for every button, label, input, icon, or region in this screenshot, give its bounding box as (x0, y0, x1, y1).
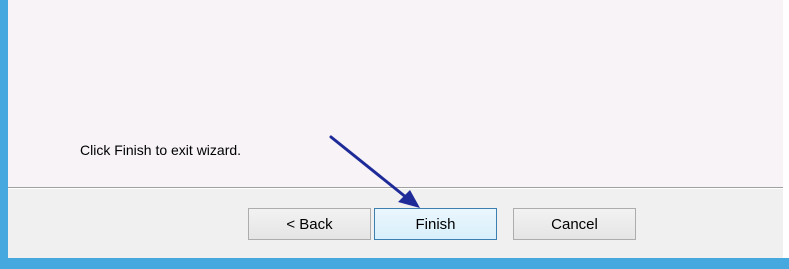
finish-button[interactable]: Finish (374, 208, 497, 240)
back-button[interactable]: < Back (248, 208, 371, 240)
wizard-window: Click Finish to exit wizard. < Back Fini… (0, 0, 789, 269)
window-border-left (0, 0, 8, 269)
cancel-button[interactable]: Cancel (513, 208, 636, 240)
wizard-message: Click Finish to exit wizard. (80, 142, 242, 158)
wizard-content-pane (8, 0, 783, 187)
window-border-bottom (0, 258, 789, 269)
